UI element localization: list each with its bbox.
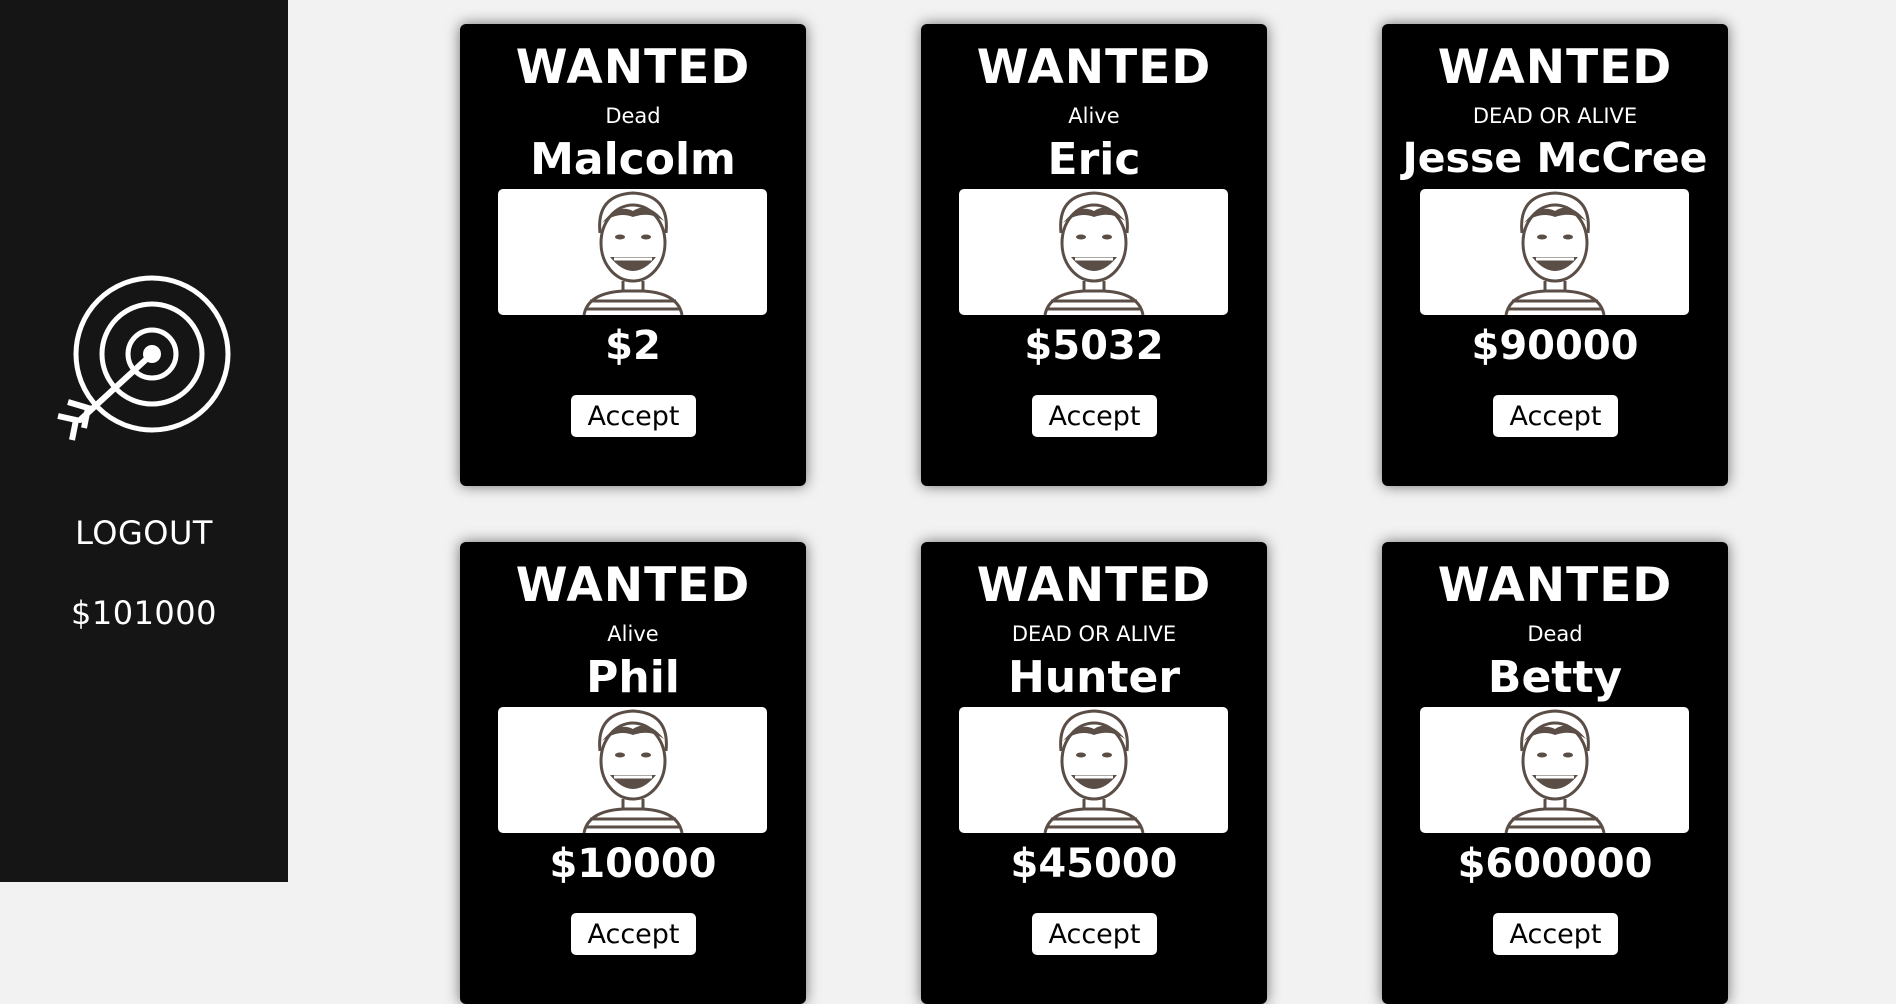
accept-button[interactable]: Accept — [1032, 913, 1157, 955]
reward-amount: $45000 — [1010, 841, 1178, 887]
target-portrait — [498, 707, 767, 833]
accept-button[interactable]: Accept — [1493, 913, 1618, 955]
target-arrow-icon[interactable] — [54, 270, 236, 452]
bounty-status: Dead — [605, 104, 661, 128]
bounty-card: WANTED Dead Malcolm $2 Accept — [460, 24, 806, 486]
bounty-status: Alive — [1068, 104, 1120, 128]
bounty-grid: WANTED Dead Malcolm $2 Accept WANTED Ali… — [288, 0, 1896, 1004]
target-portrait — [959, 189, 1228, 315]
accept-button[interactable]: Accept — [571, 395, 696, 437]
bounty-card: WANTED Alive Phil $10000 Accept — [460, 542, 806, 1004]
wanted-heading: WANTED — [515, 40, 751, 95]
portrait-sketch-icon — [582, 709, 683, 833]
wanted-heading: WANTED — [976, 558, 1212, 613]
accept-button[interactable]: Accept — [1032, 395, 1157, 437]
logout-link[interactable]: LOGOUT — [0, 514, 288, 552]
bounty-card: WANTED Dead Betty $600000 Accept — [1382, 542, 1728, 1004]
accept-button[interactable]: Accept — [1493, 395, 1618, 437]
accept-button[interactable]: Accept — [571, 913, 696, 955]
target-portrait — [498, 189, 767, 315]
target-portrait — [959, 707, 1228, 833]
portrait-sketch-icon — [1043, 709, 1144, 833]
bounty-status: Alive — [607, 622, 659, 646]
reward-amount: $2 — [605, 323, 661, 369]
wanted-heading: WANTED — [1437, 40, 1673, 95]
portrait-sketch-icon — [582, 191, 683, 315]
target-name: Betty — [1487, 652, 1623, 703]
portrait-sketch-icon — [1504, 191, 1605, 315]
portrait-sketch-icon — [1043, 191, 1144, 315]
portrait-sketch-icon — [1504, 709, 1605, 833]
reward-amount: $5032 — [1024, 323, 1164, 369]
bounty-card: WANTED DEAD OR ALIVE Hunter $45000 Accep… — [921, 542, 1267, 1004]
target-name: Malcolm — [530, 134, 736, 185]
wanted-heading: WANTED — [1437, 558, 1673, 613]
reward-amount: $90000 — [1471, 323, 1639, 369]
wanted-heading: WANTED — [515, 558, 751, 613]
target-name: Hunter — [1007, 652, 1181, 703]
bounty-status: DEAD OR ALIVE — [1472, 104, 1638, 128]
account-balance: $101000 — [70, 594, 217, 632]
target-name: Jesse McCree — [1402, 134, 1708, 182]
target-portrait — [1420, 707, 1689, 833]
reward-amount: $600000 — [1457, 841, 1653, 887]
sidebar: LOGOUT $101000 — [0, 0, 288, 882]
target-name: Phil — [586, 652, 680, 703]
reward-amount: $10000 — [549, 841, 717, 887]
target-portrait — [1420, 189, 1689, 315]
bounty-card: WANTED DEAD OR ALIVE Jesse McCree $90000… — [1382, 24, 1728, 486]
target-name: Eric — [1047, 134, 1141, 185]
bounty-status: Dead — [1527, 622, 1583, 646]
bounty-card: WANTED Alive Eric $5032 Accept — [921, 24, 1267, 486]
wanted-heading: WANTED — [976, 40, 1212, 95]
bounty-status: DEAD OR ALIVE — [1011, 622, 1177, 646]
